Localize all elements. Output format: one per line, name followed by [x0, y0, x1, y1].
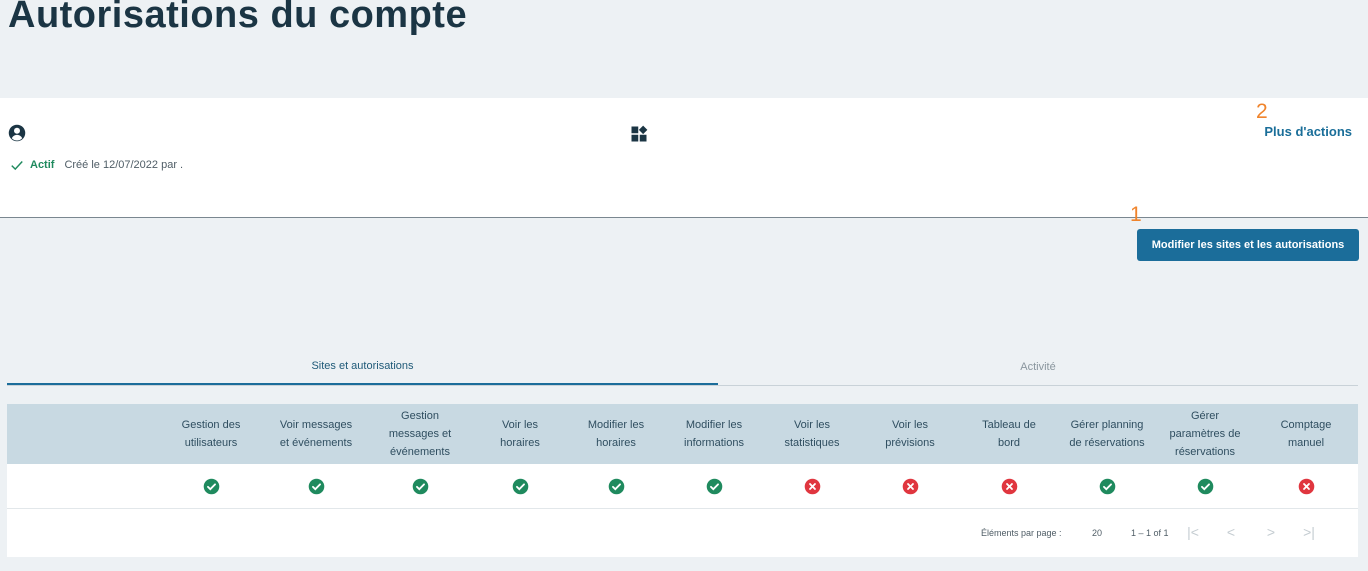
column-header: Modifier les informations [684, 419, 744, 449]
check-circle-icon [512, 478, 528, 494]
tab-activity[interactable]: Activité [718, 349, 1358, 384]
status-label: Actif [30, 159, 55, 171]
account-circle-icon [8, 124, 26, 142]
table-cell [472, 464, 568, 508]
check-circle-icon [706, 478, 722, 494]
table-cell [764, 464, 860, 508]
check-circle-icon [203, 478, 219, 494]
table-header: Gestion des utilisateurs Voir messages et é… [7, 404, 1358, 464]
column-header: Gérer paramètres de réservations [1169, 410, 1241, 458]
table-cell [1059, 464, 1155, 508]
cancel-circle-icon [804, 478, 820, 494]
column-header: Tableau de bord [982, 419, 1036, 449]
column-header: Voir les prévisions [885, 419, 935, 449]
column-header: Voir les horaires [500, 419, 540, 449]
items-per-page-label: Éléments par page : [981, 528, 1062, 538]
column-header: Voir messages et événements [279, 419, 353, 449]
column-header: Gestion des utilisateurs [181, 419, 241, 449]
marker-1: 1 [1130, 203, 1142, 226]
table-cell [862, 464, 958, 508]
last-page-icon[interactable]: >| [1298, 521, 1320, 543]
cancel-circle-icon [1298, 478, 1314, 494]
table-row [7, 464, 1358, 509]
column-header: Voir les statistiques [784, 419, 840, 449]
check-icon [11, 161, 23, 171]
account-status: Actif Créé le 12/07/2022 par . [10, 158, 183, 172]
table-cell [666, 464, 762, 508]
column-header: Modifier les horaires [587, 419, 645, 449]
marker-2: 2 [1256, 100, 1268, 123]
tabs: Sites et autorisations Activité [7, 349, 1358, 386]
check-circle-icon [308, 478, 324, 494]
check-circle-icon [412, 478, 428, 494]
page-range: 1 – 1 of 1 [1131, 528, 1169, 538]
cancel-circle-icon [902, 478, 918, 494]
widgets-icon [631, 125, 648, 142]
permissions-table: Gestion des utilisateurs Voir messages et é… [7, 404, 1358, 509]
check-circle-icon [608, 478, 624, 494]
column-header: Gérer planning de réservations [1069, 419, 1145, 449]
table-cell [372, 464, 468, 508]
table-cell [1157, 464, 1253, 508]
page-title: Autorisations du compte [8, 0, 468, 36]
more-actions-link[interactable]: Plus d'actions [1264, 124, 1352, 139]
table-cell [268, 464, 364, 508]
tab-sites-permissions[interactable]: Sites et autorisations [7, 349, 718, 385]
pagination: Éléments par page : 20 1 – 1 of 1 |< < >… [7, 509, 1358, 557]
items-per-page-select[interactable]: 20 [1092, 528, 1102, 538]
created-text: Créé le 12/07/2022 par . [64, 159, 184, 171]
account-card: Plus d'actions Actif Créé le 12/07/2022 … [0, 98, 1368, 218]
first-page-icon[interactable]: |< [1182, 521, 1204, 543]
table-cell [568, 464, 664, 508]
previous-page-icon[interactable]: < [1220, 521, 1242, 543]
check-circle-icon [1197, 478, 1213, 494]
table-cell [961, 464, 1057, 508]
edit-sites-permissions-button[interactable]: Modifier les sites et les autorisations [1137, 229, 1359, 261]
table-cell [163, 464, 259, 508]
next-page-icon[interactable]: > [1260, 521, 1282, 543]
table-cell [1258, 464, 1354, 508]
check-circle-icon [1099, 478, 1115, 494]
cancel-circle-icon [1001, 478, 1017, 494]
column-header: Gestion messages et événements [388, 410, 452, 458]
column-header: Comptage manuel [1280, 419, 1332, 449]
